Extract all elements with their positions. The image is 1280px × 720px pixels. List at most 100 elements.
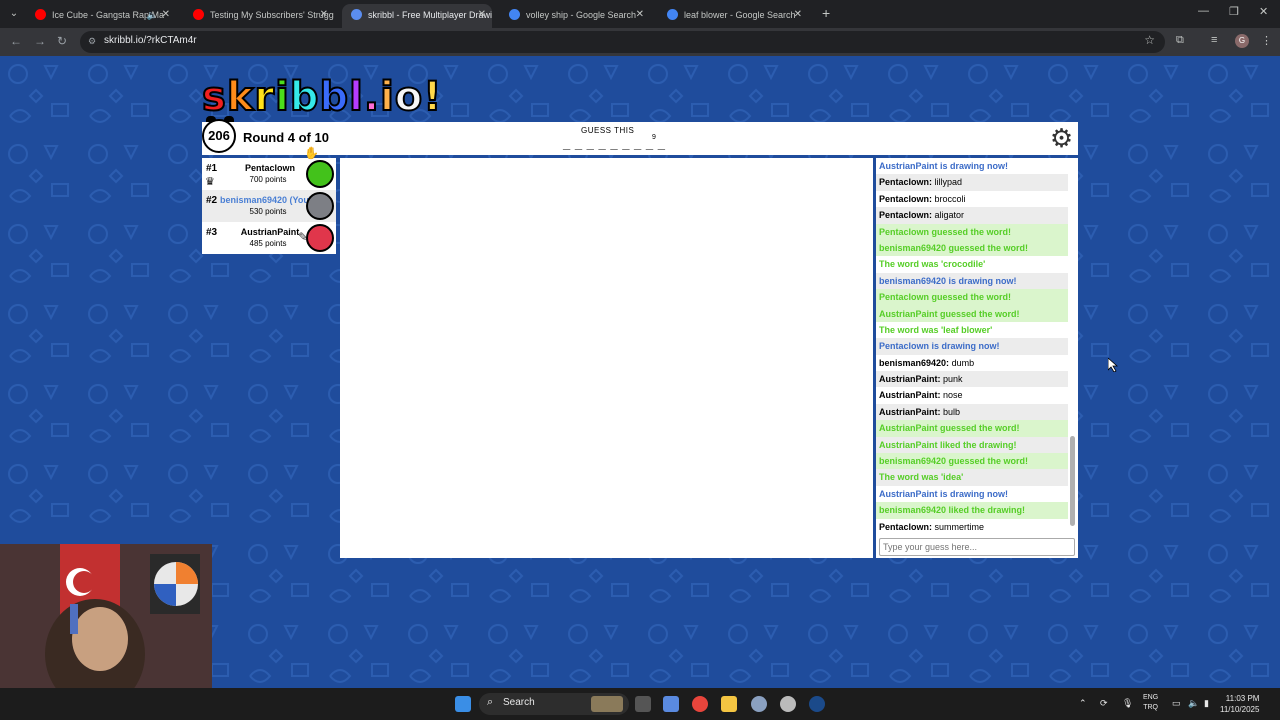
- chat-panel: AustrianPaint is drawing now! Pentaclown:…: [876, 158, 1078, 558]
- chat-text: AustrianPaint is drawing now!: [879, 488, 1009, 499]
- browser-tab[interactable]: leaf blower - Google Search ✕: [658, 4, 808, 26]
- network-icon[interactable]: ▭: [1172, 698, 1181, 709]
- battery-icon[interactable]: ▮: [1204, 698, 1209, 709]
- player-row[interactable]: #2 benisman69420 (You) 530 points: [202, 190, 336, 222]
- chat-text: The word was 'crocodile': [879, 259, 986, 270]
- system-clock[interactable]: 11:03 PM 11/10/2025: [1220, 693, 1259, 715]
- tab-favicon-icon: [509, 9, 520, 20]
- chat-author: benisman69420:: [879, 357, 950, 368]
- browser-tab[interactable]: Ice Cube - Gangsta Rap Ma 🔈 ✕: [26, 4, 176, 26]
- new-tab-plus-icon[interactable]: +: [822, 5, 830, 21]
- chat-text: punk: [943, 374, 963, 385]
- chat-text: dumb: [951, 357, 975, 368]
- settings-app-icon[interactable]: [751, 696, 767, 712]
- url-text[interactable]: skribbl.io/?rkCTAm4r: [104, 35, 197, 46]
- logo-letter: .: [363, 73, 381, 121]
- chat-text: AustrianPaint liked the drawing!: [879, 439, 1017, 450]
- logo-letter: s: [201, 73, 227, 121]
- logo-letter: !: [422, 73, 443, 121]
- tab-audio-icon[interactable]: 🔈: [147, 4, 158, 26]
- chat-scroll-thumb[interactable]: [1070, 436, 1075, 526]
- tab-search-chevron-icon[interactable]: ⌄: [6, 6, 22, 22]
- task-view-icon[interactable]: [635, 696, 651, 712]
- minimize-icon[interactable]: —: [1198, 5, 1209, 17]
- app-icon[interactable]: [780, 696, 796, 712]
- tab-close-icon[interactable]: ✕: [162, 4, 170, 26]
- microphone-icon[interactable]: 🎙: [1122, 698, 1133, 709]
- chat-text: AustrianPaint guessed the word!: [879, 308, 1020, 319]
- chrome-icon[interactable]: [692, 696, 708, 712]
- widgets-icon[interactable]: [591, 696, 623, 712]
- chat-message: The word was 'idea': [876, 469, 1068, 486]
- taskbar-search-label: Search: [503, 697, 535, 708]
- tab-label: leaf blower - Google Search: [684, 10, 796, 20]
- reload-icon[interactable]: ↻: [57, 34, 67, 48]
- chat-text: nose: [943, 390, 963, 401]
- skribbl-page: skribbl.io! 206 Round 4 of 10 GUESS THIS…: [0, 56, 1280, 688]
- chat-author: AustrianPaint:: [879, 390, 941, 401]
- chat-message: The word was 'crocodile': [876, 256, 1068, 272]
- extensions-icon[interactable]: ⧉: [1176, 34, 1184, 47]
- tray-sync-icon[interactable]: ⟳: [1100, 698, 1108, 709]
- bookmark-star-icon[interactable]: ☆: [1144, 33, 1155, 47]
- chat-scrollbar[interactable]: [1070, 158, 1075, 536]
- input-language[interactable]: ENG TRQ: [1143, 693, 1158, 713]
- tab-favicon-icon: [35, 9, 46, 20]
- browser-tab[interactable]: skribbl - Free Multiplayer Drawi ✕: [342, 4, 492, 28]
- steam-icon[interactable]: [809, 696, 825, 712]
- drawing-canvas[interactable]: [340, 158, 873, 558]
- chat-message: benisman69420 guessed the word!: [876, 239, 1068, 257]
- back-icon[interactable]: ←: [10, 34, 22, 48]
- round-indicator: Round 4 of 10: [243, 130, 329, 145]
- chat-messages[interactable]: AustrianPaint is drawing now! Pentaclown:…: [876, 158, 1068, 536]
- volume-icon[interactable]: 🔈: [1188, 698, 1199, 709]
- skribbl-logo[interactable]: skribbl.io!: [201, 72, 443, 122]
- start-windows-icon[interactable]: [455, 696, 471, 712]
- browser-tab[interactable]: volley ship - Google Search ✕: [500, 4, 650, 26]
- chat-text: AustrianPaint is drawing now!: [879, 161, 1009, 171]
- tab-close-icon[interactable]: ✕: [636, 4, 644, 26]
- player-row[interactable]: #1 Pentaclown 700 points ♛ ✋: [202, 146, 336, 190]
- menu-kebab-icon[interactable]: ⋮: [1261, 34, 1272, 47]
- media-control-icon[interactable]: ≡: [1211, 34, 1217, 46]
- copilot-icon[interactable]: [663, 696, 679, 712]
- player-list: #1 Pentaclown 700 points ♛ ✋ #2 benisman69420 …: [202, 146, 336, 254]
- tab-close-icon[interactable]: ✕: [794, 4, 802, 26]
- chat-message: benisman69420 liked the drawing!: [876, 502, 1068, 519]
- profile-avatar-icon[interactable]: G: [1235, 34, 1249, 48]
- chat-text: Pentaclown is drawing now!: [879, 341, 1000, 352]
- player-points: 530 points: [249, 207, 287, 216]
- close-window-icon[interactable]: ✕: [1259, 5, 1268, 18]
- file-explorer-icon[interactable]: [721, 696, 737, 712]
- tab-close-icon[interactable]: ✕: [478, 4, 486, 26]
- lang-top: ENG: [1143, 694, 1159, 701]
- tray-chevron-icon[interactable]: ⌃: [1079, 698, 1087, 709]
- chat-message: The word was 'leaf blower': [876, 322, 1068, 338]
- logo-letter: i: [274, 73, 290, 121]
- chat-text: bulb: [943, 406, 961, 417]
- guess-input[interactable]: [879, 538, 1075, 556]
- tab-favicon-icon: [667, 9, 678, 20]
- maximize-icon[interactable]: ❐: [1229, 5, 1239, 18]
- logo-letter: b: [289, 73, 320, 121]
- player-row[interactable]: #3 AustrianPaint 485 points ✎: [202, 222, 336, 254]
- settings-gear-icon[interactable]: ⚙: [1047, 124, 1076, 153]
- address-bar[interactable]: ⚙ skribbl.io/?rkCTAm4r ☆: [80, 31, 1165, 53]
- game-top-bar: 206 Round 4 of 10 GUESS THIS _ _ _ _ _ _…: [202, 116, 1078, 155]
- site-info-icon[interactable]: ⚙: [88, 36, 96, 47]
- chat-text: lillypad: [934, 177, 963, 188]
- player-name: Pentaclown: [244, 163, 295, 173]
- chat-message: AustrianPaint guessed the word!: [876, 420, 1068, 437]
- drawing-pencil-icon: ✎: [297, 230, 308, 244]
- browser-tab[interactable]: Testing My Subscribers' Strugg ✕: [184, 4, 334, 26]
- chat-text: benisman69420 is drawing now!: [879, 275, 1017, 286]
- tab-close-icon[interactable]: ✕: [320, 4, 328, 26]
- player-avatar: [306, 160, 334, 188]
- chat-message: benisman69420: dumb: [876, 355, 1068, 371]
- forward-icon[interactable]: →: [34, 34, 46, 48]
- chat-message: AustrianPaint: bulb: [876, 403, 1068, 421]
- chat-message: benisman69420 is drawing now!: [876, 272, 1068, 290]
- word-length: 9: [652, 134, 656, 141]
- tab-favicon-icon: [193, 9, 204, 20]
- browser-tab-bar: ⌄ Ice Cube - Gangsta Rap Ma 🔈 ✕ Testing My …: [0, 0, 1280, 28]
